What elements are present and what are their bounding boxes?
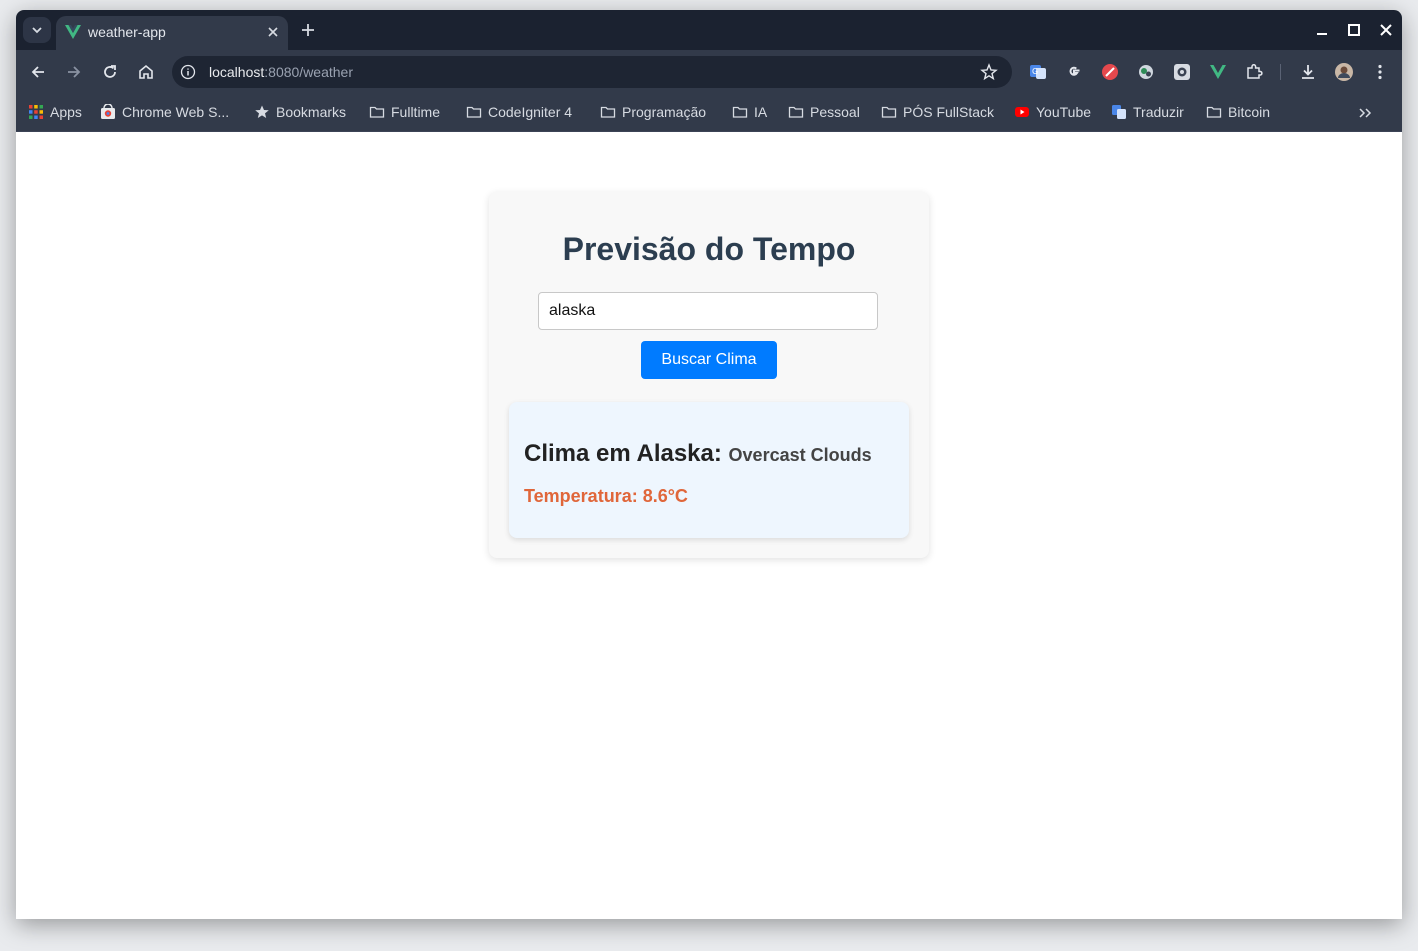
bookmark-pessoal[interactable]: Pessoal bbox=[788, 103, 860, 121]
tab-strip: weather-app bbox=[16, 10, 1402, 50]
bookmark-label: Programação bbox=[622, 104, 707, 120]
extensions-puzzle-icon[interactable] bbox=[1244, 62, 1264, 82]
close-window-icon[interactable] bbox=[1378, 22, 1394, 38]
weather-card: Previsão do Tempo Buscar Clima Clima em … bbox=[489, 192, 929, 558]
chevron-down-icon bbox=[32, 27, 42, 34]
close-tab-icon[interactable] bbox=[266, 25, 280, 39]
google-translate-icon[interactable]: G bbox=[1028, 62, 1048, 82]
folder-icon bbox=[732, 106, 748, 118]
page-title: Previsão do Tempo bbox=[562, 231, 856, 267]
bookmark-label: YouTube bbox=[1036, 104, 1092, 120]
folder-icon bbox=[1206, 106, 1222, 118]
bookmark-bookmarks[interactable]: Bookmarks bbox=[254, 103, 346, 121]
minimize-icon[interactable] bbox=[1314, 22, 1330, 38]
bookmark-label: Pessoal bbox=[810, 104, 860, 120]
vue-logo-icon bbox=[65, 25, 81, 39]
bookmark-traduzir[interactable]: Traduzir bbox=[1111, 103, 1184, 121]
search-weather-button[interactable]: Buscar Clima bbox=[641, 341, 777, 379]
bookmark-star-icon[interactable] bbox=[980, 63, 998, 81]
bookmark-label: Bitcoin bbox=[1228, 104, 1271, 120]
bookmark-bitcoin[interactable]: Bitcoin bbox=[1206, 103, 1270, 121]
site-info-icon[interactable] bbox=[180, 64, 196, 80]
youtube-icon bbox=[1015, 107, 1029, 117]
bookmark-label: Fulltime bbox=[391, 104, 441, 120]
url-text: localhost:8080/weather bbox=[209, 63, 353, 81]
bookmark-programacao[interactable]: Programação bbox=[600, 103, 706, 121]
tab-weather-app[interactable]: weather-app bbox=[56, 16, 288, 50]
green-extension-icon[interactable] bbox=[1136, 62, 1156, 82]
svg-text:G: G bbox=[1032, 67, 1038, 76]
folder-icon bbox=[369, 106, 385, 118]
home-icon[interactable] bbox=[136, 62, 156, 82]
weather-result-panel: Clima em Alaska: Overcast Clouds Tempera… bbox=[509, 402, 909, 538]
weather-description: Overcast Clouds bbox=[728, 445, 872, 465]
chevron-double-right-icon[interactable] bbox=[1357, 105, 1373, 121]
folder-icon bbox=[788, 106, 804, 118]
result-heading: Clima em Alaska: Overcast Clouds bbox=[524, 440, 872, 468]
bookmark-codeigniter[interactable]: CodeIgniter 4 bbox=[466, 103, 572, 121]
address-bar[interactable]: localhost:8080/weather bbox=[172, 56, 1012, 88]
bookmark-label: Chrome Web S... bbox=[122, 104, 230, 120]
folder-icon bbox=[466, 106, 482, 118]
bookmark-pos-fullstack[interactable]: PÓS FullStack bbox=[881, 103, 994, 121]
bookmark-youtube[interactable]: YouTube bbox=[1014, 103, 1091, 121]
toolbar-separator bbox=[1280, 64, 1281, 80]
bookmark-label: Traduzir bbox=[1133, 104, 1184, 120]
bookmark-ia[interactable]: IA bbox=[732, 103, 767, 121]
star-icon bbox=[255, 105, 269, 118]
back-arrow-icon[interactable] bbox=[28, 62, 48, 82]
bookmark-apps[interactable]: Apps bbox=[28, 103, 82, 121]
page-content: Previsão do Tempo Buscar Clima Clima em … bbox=[16, 132, 1402, 919]
bookmark-label: Bookmarks bbox=[276, 104, 347, 120]
folder-icon bbox=[600, 106, 616, 118]
apps-grid-icon bbox=[29, 105, 43, 119]
reload-icon[interactable] bbox=[100, 62, 120, 82]
browser-window: weather-app localhost:8080/weather G App… bbox=[16, 10, 1402, 919]
tab-title: weather-app bbox=[88, 24, 166, 40]
vue-devtools-icon[interactable] bbox=[1208, 62, 1228, 82]
bookmark-label: PÓS FullStack bbox=[903, 104, 995, 120]
red-extension-icon[interactable] bbox=[1100, 62, 1120, 82]
chrome-web-store-icon bbox=[101, 104, 115, 119]
google-translate-icon bbox=[1112, 105, 1126, 119]
url-host: localhost bbox=[209, 64, 265, 80]
browser-toolbar: localhost:8080/weather G bbox=[16, 50, 1402, 94]
city-search-input[interactable] bbox=[538, 292, 878, 330]
more-menu-icon[interactable] bbox=[1370, 62, 1390, 82]
temperature-text: Temperatura: 8.6°C bbox=[524, 486, 688, 506]
bookmark-chrome-web-store[interactable]: Chrome Web S... bbox=[100, 103, 229, 121]
bookmark-fulltime[interactable]: Fulltime bbox=[369, 103, 440, 121]
forward-arrow-icon[interactable] bbox=[64, 62, 84, 82]
bookmark-label: CodeIgniter 4 bbox=[488, 104, 573, 120]
bookmark-label: Apps bbox=[50, 104, 82, 120]
result-city-label: Clima em Alaska: bbox=[524, 440, 722, 467]
folder-icon bbox=[881, 106, 897, 118]
bookmark-label: IA bbox=[754, 104, 768, 120]
new-tab-icon[interactable] bbox=[300, 22, 316, 38]
bookmarks-bar: Apps Chrome Web S... Bookmarks Fulltime … bbox=[16, 94, 1402, 132]
profile-avatar-icon[interactable] bbox=[1334, 62, 1354, 82]
maximize-icon[interactable] bbox=[1346, 22, 1362, 38]
screenshot-extension-icon[interactable] bbox=[1172, 62, 1192, 82]
google-g-icon[interactable] bbox=[1064, 62, 1084, 82]
url-path: :8080/weather bbox=[264, 64, 353, 80]
tab-search-button[interactable] bbox=[23, 17, 51, 43]
download-icon[interactable] bbox=[1298, 62, 1318, 82]
